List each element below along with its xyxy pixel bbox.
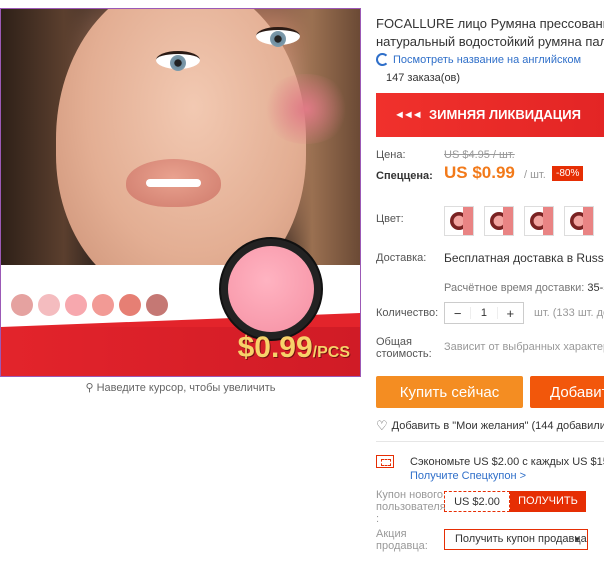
get-new-user-coupon-button[interactable]: ПОЛУЧИТЬ [510, 491, 586, 512]
sale-price: US $0.99 [444, 163, 515, 182]
banner-price-unit: /PCS [312, 344, 350, 361]
color-option-shade [583, 207, 593, 235]
heart-icon: ♡ [376, 418, 388, 433]
wishlist-text: Добавить в "Мои желания" (144 добавили) [391, 420, 604, 432]
color-option[interactable] [444, 206, 474, 236]
quantity-stepper: − 1 + [444, 302, 524, 324]
translate-icon [376, 53, 389, 66]
total-label-line-1: Общая [376, 336, 412, 348]
add-to-wishlist[interactable]: ♡ Добавить в "Мои желания" (144 добавили… [376, 418, 604, 434]
magnifier-icon: ⚲ [85, 382, 94, 394]
model-face [56, 9, 351, 265]
eye-right [256, 27, 300, 47]
coupon-save-text: Сэкономьте US $2.00 с каждых US $15.00 [410, 456, 604, 468]
sale-price-label: Спеццена: [376, 170, 433, 182]
shade-swatch [38, 294, 60, 316]
translate-link-text: Посмотреть название на английском [393, 53, 582, 66]
color-option[interactable] [564, 206, 594, 236]
blush-pan [228, 246, 314, 332]
color-option-shade [503, 207, 513, 235]
seller-coupon-select[interactable]: Получить купон продавца ▼ [444, 529, 588, 550]
per-unit: / шт. [524, 169, 546, 181]
get-coupon-link[interactable]: Получите Спецкупон > [410, 470, 526, 482]
shipping-label: Доставка: [376, 252, 427, 264]
order-count: 147 заказа(ов) [386, 72, 461, 84]
product-image[interactable]: $0.99/PCS [0, 8, 361, 377]
model-photo [1, 9, 360, 265]
quantity-plus-button[interactable]: + [498, 306, 523, 321]
color-option-shade [543, 207, 553, 235]
total-note: Зависит от выбранных характери [444, 341, 604, 353]
seller-promo-label-line-2: продавца: [376, 540, 428, 552]
eye-left [156, 51, 200, 71]
delivery-time-label: Расчётное время доставки: [444, 282, 585, 294]
blush-compact [219, 237, 323, 341]
total-label-line-2: стоимость: [376, 348, 432, 360]
blush-cheek [261, 74, 351, 144]
shade-swatch [65, 294, 87, 316]
shade-swatch [11, 294, 33, 316]
seller-promo-label: Акция продавца: [376, 528, 428, 552]
add-to-cart-button[interactable]: Добавит [530, 376, 604, 408]
lips [126, 159, 221, 207]
translate-link[interactable]: Посмотреть название на английском [376, 53, 581, 66]
shipping-text[interactable]: Бесплатная доставка в Russian F [444, 251, 604, 265]
color-option[interactable] [484, 206, 514, 236]
winter-sale-banner: ◄◄◄ ЗИМНЯЯ ЛИКВИДАЦИЯ [376, 93, 604, 137]
chevron-down-icon: ▼ [573, 535, 581, 544]
coupon-icon [376, 455, 394, 468]
discount-badge: -80% [552, 166, 584, 181]
color-options [444, 206, 604, 236]
title-line-1: FOCALLURE лицо Румяна прессованная [376, 16, 604, 31]
buy-now-button[interactable]: Купить сейчас [376, 376, 523, 408]
quantity-input[interactable]: 1 [470, 307, 498, 319]
shade-swatch [119, 294, 141, 316]
quantity-available: шт. (133 шт. досту [534, 307, 604, 319]
quantity-minus-button[interactable]: − [445, 306, 470, 321]
banner-price: $0.99/PCS [238, 331, 350, 365]
color-option[interactable] [524, 206, 554, 236]
seller-coupon-select-text: Получить купон продавца [455, 533, 587, 545]
zoom-hint: ⚲ Наведите курсор, чтобы увеличить [0, 381, 361, 394]
price-label: Цена: [376, 149, 406, 161]
promo-arrows-icon: ◄◄◄ [394, 109, 423, 121]
divider [376, 441, 604, 442]
shade-swatch [146, 294, 168, 316]
promo-text: ЗИМНЯЯ ЛИКВИДАЦИЯ [429, 107, 581, 122]
product-title: FOCALLURE лицо Румяна прессованная натур… [376, 15, 604, 51]
banner-price-value: $0.99 [237, 331, 313, 364]
shade-swatches [11, 294, 168, 316]
new-user-coupon-label: Купон нового пользователя : [376, 489, 446, 525]
new-user-coupon-value: US $2.00 [444, 491, 510, 512]
title-line-2: натуральный водостойкий румяна пали [376, 34, 604, 49]
seller-promo-label-line-1: Акция [376, 528, 407, 540]
quantity-label: Количество: [376, 307, 439, 319]
shade-swatch [92, 294, 114, 316]
zoom-hint-text: Наведите курсор, чтобы увеличить [96, 382, 276, 394]
color-option-shade [463, 207, 473, 235]
color-label: Цвет: [376, 213, 404, 225]
product-page: $0.99/PCS ⚲ Наведите курсор, чтобы увели… [0, 0, 604, 568]
total-label: Общая стоимость: [376, 336, 432, 360]
old-price: US $4.95 / шт. [444, 149, 515, 161]
delivery-time-value: 35-58 [587, 282, 604, 294]
delivery-time: Расчётное время доставки: 35-58 [444, 282, 604, 294]
